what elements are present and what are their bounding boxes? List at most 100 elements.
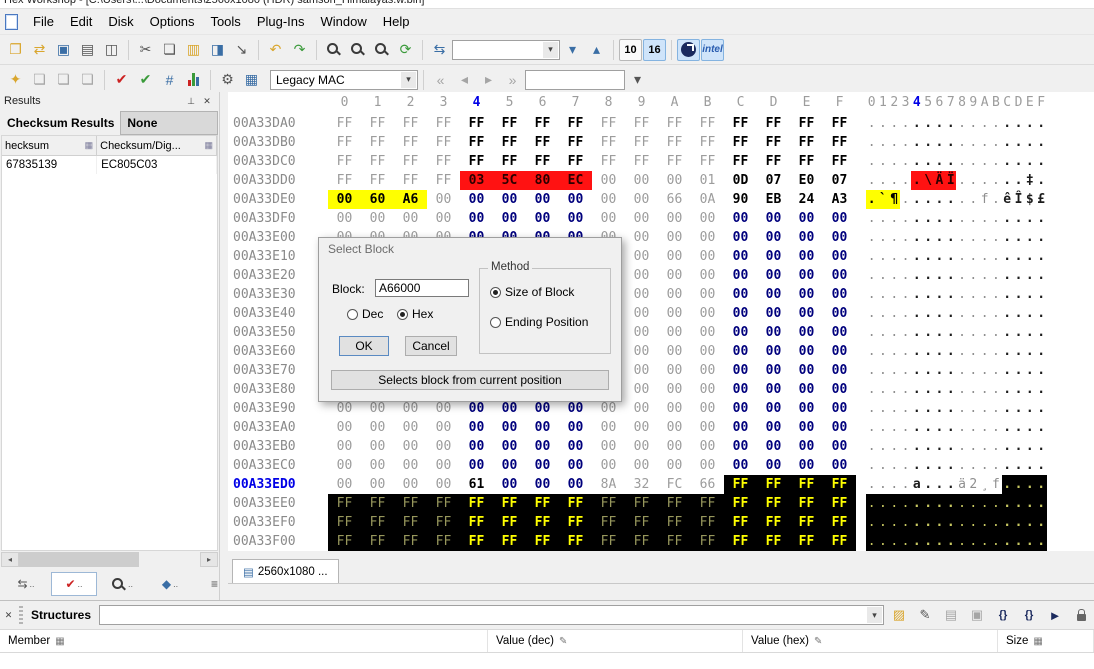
radio-dec[interactable]: Dec bbox=[347, 307, 383, 321]
ascii-char[interactable]: . bbox=[990, 190, 1001, 209]
hex-byte[interactable]: 0D bbox=[724, 171, 757, 190]
ascii-char[interactable]: . bbox=[990, 380, 1001, 399]
hex-byte[interactable]: 00 bbox=[724, 437, 757, 456]
ascii-char[interactable]: . bbox=[877, 361, 888, 380]
hex-byte[interactable]: 00 bbox=[757, 266, 790, 285]
hex-byte[interactable]: FF bbox=[493, 114, 526, 133]
hex-byte[interactable]: FF bbox=[823, 114, 856, 133]
ascii-char[interactable]: . bbox=[968, 285, 979, 304]
ascii-char[interactable]: . bbox=[889, 456, 900, 475]
nav-prev-icon[interactable]: ◂ bbox=[453, 69, 476, 91]
ascii-char[interactable]: . bbox=[911, 133, 922, 152]
ascii-char[interactable]: . bbox=[1013, 228, 1024, 247]
ascii-char[interactable]: . bbox=[889, 228, 900, 247]
hex-byte[interactable]: 00 bbox=[658, 209, 691, 228]
ascii-char[interactable]: . bbox=[1024, 399, 1035, 418]
ascii-char[interactable]: . bbox=[911, 380, 922, 399]
ascii-char[interactable]: . bbox=[922, 361, 933, 380]
hex-byte[interactable]: 00 bbox=[823, 266, 856, 285]
hex-byte[interactable]: FF bbox=[592, 152, 625, 171]
ascii-char[interactable]: . bbox=[911, 266, 922, 285]
dock-tab-checksum[interactable]: ✔.. bbox=[51, 572, 97, 596]
hex-byte[interactable]: FF bbox=[724, 475, 757, 494]
hex-byte[interactable]: FF bbox=[394, 532, 427, 551]
chevron-down-icon[interactable]: ▾ bbox=[543, 42, 558, 58]
menu-item-window[interactable]: Window bbox=[313, 11, 375, 32]
hex-byte[interactable]: FF bbox=[658, 494, 691, 513]
print-icon[interactable]: ▤ bbox=[76, 39, 99, 61]
hex-byte[interactable]: FF bbox=[790, 152, 823, 171]
hex-byte[interactable]: FF bbox=[757, 494, 790, 513]
ascii-char[interactable]: . bbox=[877, 456, 888, 475]
ascii-char[interactable]: . bbox=[1035, 114, 1046, 133]
chevron-down-icon[interactable]: ▾ bbox=[401, 72, 416, 88]
hex-byte[interactable]: 00 bbox=[691, 304, 724, 323]
hex-byte[interactable]: 00 bbox=[658, 323, 691, 342]
hex-byte[interactable]: 00 bbox=[526, 456, 559, 475]
hex-byte[interactable]: FF bbox=[361, 114, 394, 133]
hex-byte[interactable]: FF bbox=[427, 133, 460, 152]
ascii-char[interactable]: . bbox=[911, 342, 922, 361]
ascii-char[interactable]: . bbox=[990, 133, 1001, 152]
structures-column-valuedec[interactable]: Value (dec)✎ bbox=[488, 630, 743, 652]
row-address[interactable]: 00A33DC0 bbox=[228, 152, 328, 171]
ascii-char[interactable]: . bbox=[1035, 399, 1046, 418]
row-address[interactable]: 00A33EA0 bbox=[228, 418, 328, 437]
ascii-char[interactable]: . bbox=[956, 171, 967, 190]
ascii-char[interactable]: . bbox=[979, 228, 990, 247]
hex-byte[interactable]: 00 bbox=[394, 475, 427, 494]
ascii-char[interactable]: . bbox=[922, 133, 933, 152]
hex-byte[interactable]: FF bbox=[526, 133, 559, 152]
ascii-char[interactable]: . bbox=[900, 399, 911, 418]
ascii-char[interactable]: . bbox=[1035, 304, 1046, 323]
hex-byte[interactable]: FF bbox=[658, 532, 691, 551]
ascii-char[interactable]: . bbox=[1035, 513, 1046, 532]
bookmark-combobox[interactable] bbox=[525, 70, 625, 90]
ascii-char[interactable]: . bbox=[877, 532, 888, 551]
ascii-char[interactable]: . bbox=[956, 323, 967, 342]
ascii-char[interactable]: f bbox=[990, 475, 1001, 494]
row-address[interactable]: 00A33ED0 bbox=[228, 475, 328, 494]
ascii-char[interactable]: . bbox=[1013, 266, 1024, 285]
hex-byte[interactable]: 00 bbox=[823, 228, 856, 247]
ascii-char[interactable]: ê bbox=[1002, 190, 1013, 209]
hex-byte[interactable]: 60 bbox=[361, 190, 394, 209]
row-address[interactable]: 00A33E70 bbox=[228, 361, 328, 380]
hex-byte[interactable]: 00 bbox=[757, 399, 790, 418]
hex-byte[interactable]: FF bbox=[691, 532, 724, 551]
ascii-char[interactable]: . bbox=[877, 304, 888, 323]
ascii-char[interactable]: . bbox=[1024, 342, 1035, 361]
ascii-char[interactable]: . bbox=[990, 171, 1001, 190]
ascii-char[interactable]: Ï bbox=[945, 171, 956, 190]
dock-tab-compare[interactable]: ⇆.. bbox=[3, 572, 49, 596]
ascii-char[interactable]: . bbox=[1035, 456, 1046, 475]
hex-byte[interactable]: 00 bbox=[658, 285, 691, 304]
scroll-left-icon[interactable]: ◂ bbox=[1, 552, 19, 567]
hex-byte[interactable]: 00 bbox=[625, 437, 658, 456]
ascii-char[interactable]: . bbox=[900, 285, 911, 304]
base-16-button[interactable]: 16 bbox=[643, 39, 666, 61]
ascii-char[interactable]: . bbox=[968, 266, 979, 285]
ascii-char[interactable]: . bbox=[934, 152, 945, 171]
ascii-char[interactable]: . bbox=[968, 513, 979, 532]
menu-item-file[interactable]: File bbox=[25, 11, 62, 32]
ascii-char[interactable]: . bbox=[934, 133, 945, 152]
hex-byte[interactable]: 00 bbox=[790, 456, 823, 475]
ascii-char[interactable]: . bbox=[1035, 133, 1046, 152]
row-address[interactable]: 00A33E50 bbox=[228, 323, 328, 342]
ascii-char[interactable]: . bbox=[956, 494, 967, 513]
ascii-char[interactable]: . bbox=[956, 304, 967, 323]
ascii-char[interactable]: . bbox=[979, 532, 990, 551]
hex-byte[interactable]: 00 bbox=[823, 456, 856, 475]
ascii-char[interactable]: . bbox=[990, 209, 1001, 228]
ascii-char[interactable]: . bbox=[968, 114, 979, 133]
ascii-char[interactable]: . bbox=[922, 342, 933, 361]
ascii-char[interactable]: . bbox=[1002, 266, 1013, 285]
ascii-char[interactable]: . bbox=[945, 456, 956, 475]
ascii-char[interactable]: . bbox=[1024, 247, 1035, 266]
ascii-char[interactable]: . bbox=[934, 114, 945, 133]
menu-item-plugins[interactable]: Plug-Ins bbox=[249, 11, 313, 32]
ascii-char[interactable]: . bbox=[877, 209, 888, 228]
ascii-char[interactable]: . bbox=[900, 437, 911, 456]
close-icon[interactable]: ✕ bbox=[2, 609, 15, 622]
